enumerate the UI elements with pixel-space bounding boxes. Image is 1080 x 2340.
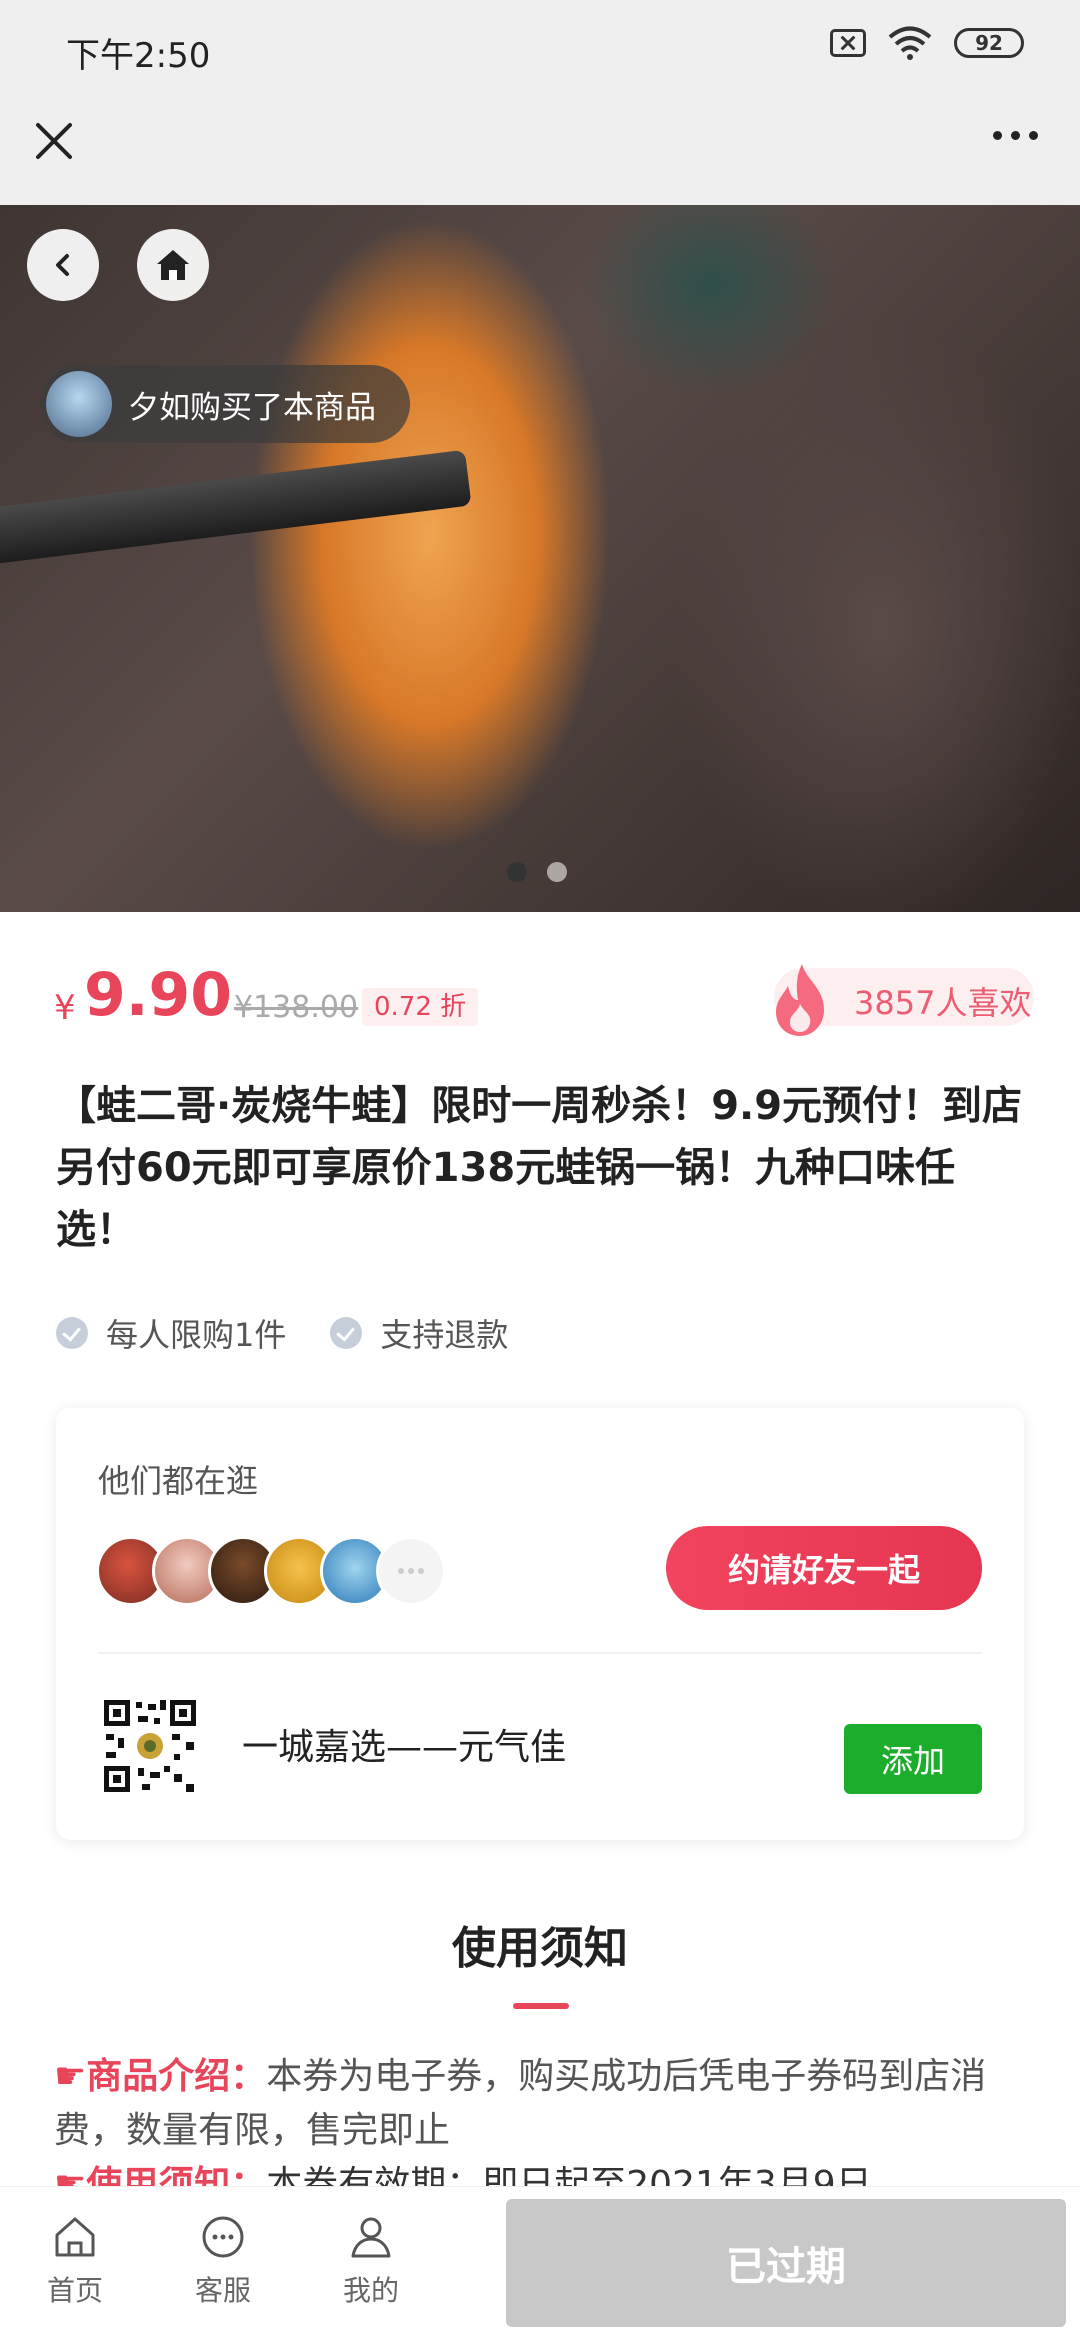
tag-label: 每人限购1件 [106,1316,287,1354]
more-avatars-icon [376,1536,446,1606]
chat-icon [202,2216,244,2258]
recent-buyer-pill: 夕如购买了本商品 [40,365,410,443]
tab-label: 我的 [342,2274,399,2307]
avatar [46,371,112,437]
notice-underline [513,2003,569,2009]
home-icon [157,250,189,280]
nav-bar [0,95,1080,205]
user-icon [351,2217,391,2258]
tab-label: 首页 [46,2274,103,2307]
currency-symbol: ¥ [54,988,76,1028]
recent-buyer-text: 夕如购买了本商品 [128,389,376,426]
check-icon [56,1317,88,1349]
carousel-indicator [507,862,567,882]
divider [98,1652,982,1654]
product-image-carousel[interactable]: 夕如购买了本商品 [0,205,1080,912]
likes-badge: 3857人喜欢 [774,964,1034,1036]
tab-service[interactable]: 客服 [168,2209,278,2309]
tag-limit: 每人限购1件 [56,1310,286,1356]
tab-label: 客服 [194,2274,251,2307]
discount-badge: 0.72 折 [362,988,479,1026]
sale-price: 9.90 [84,960,233,1030]
avatar-stack [96,1536,446,1606]
price-row: ¥ 9.90 ¥138.00 0.72 折 3857人喜欢 [54,960,1034,1050]
notice-intro-label: ☛商品介绍： [54,2056,267,2097]
status-bar: 下午2:50 92 [0,0,1080,95]
qr-code-icon[interactable] [102,1698,198,1794]
carousel-dot [547,862,567,882]
purchase-tags: 每人限购1件 支持退款 [56,1310,508,1356]
more-icon[interactable] [993,131,1038,140]
tab-mine[interactable]: 我的 [316,2209,426,2309]
home-button[interactable] [137,229,209,301]
original-price: ¥138.00 [234,990,359,1025]
carousel-dot [507,862,527,882]
social-card: 他们都在逛 约请好友一起 一城嘉选——元气佳 添加 [56,1408,1024,1840]
invite-friends-button[interactable]: 约请好友一起 [666,1526,982,1610]
no-sim-icon [830,29,866,57]
back-button[interactable] [27,229,99,301]
shop-name: 一城嘉选——元气佳 [242,1727,567,1768]
bottom-action-bar: 首页 客服 我的 已过期 [0,2186,1080,2340]
expired-button[interactable]: 已过期 [506,2199,1066,2327]
chevron-left-icon [56,254,69,276]
product-title: 【蛙二哥·炭烧牛蛙】限时一周秒杀！9.9元预付！到店另付60元即可享原价138元… [56,1083,1023,1253]
battery-indicator: 92 [954,28,1024,58]
likes-count: 3857人喜欢 [854,984,1032,1022]
notice-title: 使用须知 [452,1923,628,1974]
check-icon [330,1317,363,1349]
home-icon [55,2217,95,2257]
tag-refund: 支持退款 [330,1310,508,1356]
battery-level: 92 [975,31,1003,55]
status-time: 下午2:50 [66,36,211,76]
status-icons: 92 [830,26,1024,60]
tag-label: 支持退款 [380,1316,509,1354]
tab-home[interactable]: 首页 [20,2209,130,2309]
notice-intro: ☛商品介绍：本券为电子券，购买成功后凭电子券码到店消费，数量有限，售完即止 [54,2050,1044,2158]
add-contact-button[interactable]: 添加 [844,1724,982,1794]
browsing-label: 他们都在逛 [98,1462,259,1500]
close-icon[interactable] [30,117,78,165]
wifi-icon [888,26,932,60]
product-photo [0,449,472,567]
flame-icon [776,964,824,1036]
